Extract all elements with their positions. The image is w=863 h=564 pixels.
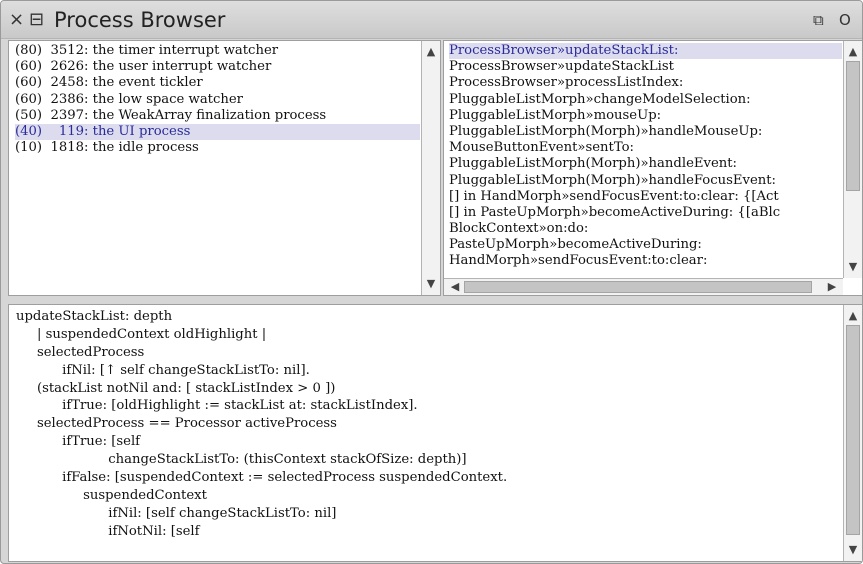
stack-list-item[interactable]: PluggableListMorph(Morph)»handleMouseUp:: [449, 124, 842, 140]
window-title: Process Browser: [54, 8, 226, 32]
process-list-item[interactable]: (60) 2626: the user interrupt watcher: [15, 59, 420, 75]
stack-list-item[interactable]: ProcessBrowser»updateStackList: [449, 59, 842, 75]
code-line: (stackList notNil and: [ stackListIndex …: [16, 380, 336, 396]
stack-list-item[interactable]: BlockContext»on:do:: [449, 221, 842, 237]
window-menu-icon[interactable]: ⊟: [29, 10, 44, 30]
scroll-down-icon[interactable]: ▼: [422, 276, 440, 292]
code-line: | suspendedContext oldHighlight |: [16, 326, 267, 342]
code-line: ifNil: [↑ self changeStackListTo: nil].: [16, 362, 310, 378]
stack-list-item[interactable]: PluggableListMorph(Morph)»handleFocusEve…: [449, 173, 842, 189]
stack-list-scroll-thumb[interactable]: [846, 61, 860, 191]
scroll-down-icon[interactable]: ▼: [844, 259, 862, 275]
process-browser-window: × ⊟ Process Browser ⧉ O (80) 3512: the t…: [0, 0, 863, 564]
process-list-item[interactable]: (10) 1818: the idle process: [15, 140, 420, 156]
code-line: changeStackListTo: (thisContext stackOfS…: [16, 452, 467, 468]
scroll-up-icon[interactable]: ▲: [422, 44, 440, 60]
stack-list-item[interactable]: PluggableListMorph(Morph)»handleEvent:: [449, 156, 842, 172]
code-line: ifNotNil: [self: [16, 523, 200, 539]
process-list-item[interactable]: (60) 2386: the low space watcher: [15, 92, 420, 108]
title-bar[interactable]: × ⊟ Process Browser ⧉ O: [1, 1, 862, 39]
code-line: suspendedContext: [16, 487, 207, 503]
code-line: ifTrue: [self: [16, 434, 141, 450]
stack-list-vertical-scrollbar[interactable]: ▲ ▼: [843, 41, 862, 278]
process-list-item[interactable]: (50) 2397: the WeakArray finalization pr…: [15, 108, 420, 124]
stack-list-item[interactable]: ProcessBrowser»processListIndex:: [449, 75, 842, 91]
stack-list-item[interactable]: [] in PasteUpMorph»becomeActiveDuring: {…: [449, 205, 842, 221]
stack-list-item[interactable]: MouseButtonEvent»sentTo:: [449, 140, 842, 156]
stack-list-horizontal-scrollbar[interactable]: ◀ ▶: [444, 278, 843, 295]
code-line: selectedProcess == Processor activeProce…: [16, 416, 337, 432]
source-code-pane[interactable]: updateStackList: depth | suspendedContex…: [8, 304, 862, 562]
source-code-editor[interactable]: updateStackList: depth | suspendedContex…: [16, 308, 838, 541]
stack-list-item[interactable]: PasteUpMorph»becomeActiveDuring:: [449, 237, 842, 253]
scroll-up-icon[interactable]: ▲: [844, 308, 862, 324]
process-list-item[interactable]: (40) 119: the UI process: [15, 123, 420, 141]
process-list[interactable]: (80) 3512: the timer interrupt watcher (6…: [15, 43, 420, 156]
stack-list-hscroll-thumb[interactable]: [464, 281, 812, 293]
process-list-pane[interactable]: (80) 3512: the timer interrupt watcher (6…: [8, 40, 441, 296]
source-code-vertical-scrollbar[interactable]: ▲ ▼: [843, 305, 862, 561]
scroll-up-icon[interactable]: ▲: [844, 44, 862, 60]
process-list-item[interactable]: (80) 3512: the timer interrupt watcher: [15, 43, 420, 59]
code-line: selectedProcess: [16, 344, 145, 360]
stack-list-item[interactable]: ProcessBrowser»updateStackList:: [449, 43, 842, 60]
scroll-left-icon[interactable]: ◀: [446, 279, 464, 295]
scroll-right-icon[interactable]: ▶: [823, 279, 841, 295]
collapse-icon[interactable]: ⧉: [813, 10, 824, 30]
stack-list-item[interactable]: HandMorph»sendFocusEvent:to:clear:: [449, 253, 842, 269]
code-line: ifNil: [self changeStackListTo: nil]: [16, 505, 337, 521]
expand-icon[interactable]: O: [839, 10, 851, 30]
process-list-item[interactable]: (60) 2458: the event tickler: [15, 75, 420, 91]
stack-list-item[interactable]: PluggableListMorph»mouseUp:: [449, 108, 842, 124]
close-icon[interactable]: ×: [9, 10, 24, 30]
code-line: ifFalse: [suspendedContext := selectedPr…: [16, 470, 508, 486]
scroll-down-icon[interactable]: ▼: [844, 542, 862, 558]
stack-list-item[interactable]: [] in HandMorph»sendFocusEvent:to:clear:…: [449, 189, 842, 205]
code-line: ifTrue: [oldHighlight := stackList at: s…: [16, 398, 418, 414]
code-line: updateStackList: depth: [16, 309, 173, 324]
stack-list[interactable]: ProcessBrowser»updateStackList: ProcessBr…: [449, 43, 842, 277]
process-list-vertical-scrollbar[interactable]: ▲ ▼: [421, 41, 440, 295]
stack-list-pane[interactable]: ProcessBrowser»updateStackList: ProcessBr…: [443, 40, 862, 296]
stack-list-item[interactable]: PluggableListMorph»changeModelSelection:: [449, 92, 842, 108]
source-code-scroll-thumb[interactable]: [846, 325, 860, 535]
